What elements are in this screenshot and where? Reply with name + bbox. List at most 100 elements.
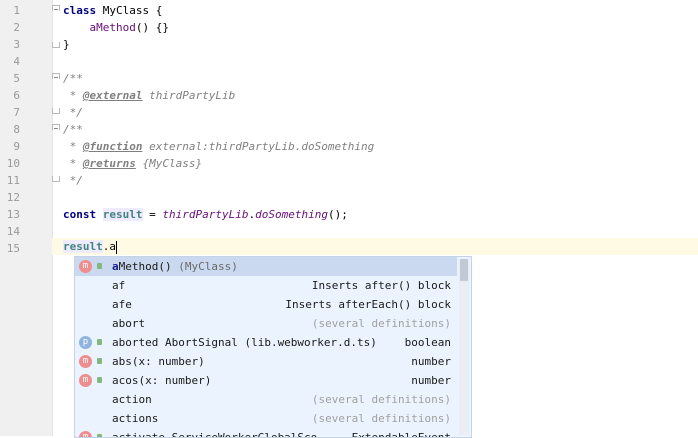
- method-icon: m: [79, 355, 92, 368]
- code-text: MyClass {: [96, 4, 163, 17]
- comment: */: [63, 174, 83, 187]
- line-number: 8: [13, 123, 20, 136]
- completion-item-detail: (several definitions): [311, 412, 451, 425]
- completion-item-detail: Inserts afterEach() block: [285, 298, 451, 311]
- code-line-13[interactable]: const result = thirdPartyLib.doSomething…: [63, 206, 348, 223]
- completion-item-name: aMethod() (MyClass): [112, 257, 238, 276]
- completion-item[interactable]: m activate ServiceWorkerGlobalSco... Exten…: [75, 428, 457, 438]
- jsdoc-tag: @external: [82, 89, 143, 102]
- code-line-3[interactable]: }: [63, 36, 70, 53]
- completion-item[interactable]: afe Inserts afterEach() block: [75, 295, 457, 314]
- completion-item-detail: boolean: [404, 336, 451, 349]
- completion-item-name: acos(x: number): [112, 374, 212, 387]
- code-line-11[interactable]: */: [63, 172, 83, 189]
- completion-item[interactable]: p aborted AbortSignal (lib.webworker.d.ts…: [75, 333, 457, 352]
- code-line-7[interactable]: */: [63, 104, 83, 121]
- jsdoc-tag: @returns: [82, 157, 136, 170]
- completion-item[interactable]: af Inserts after() block: [75, 276, 457, 295]
- variable-name: result: [102, 208, 143, 221]
- function-call: doSomething: [255, 208, 328, 221]
- comment: /**: [63, 72, 83, 85]
- line-number: 15: [6, 242, 20, 255]
- matched-prefix: a: [112, 260, 119, 273]
- fold-marker-icon[interactable]: [52, 176, 60, 182]
- completion-item-name: aborted AbortSignal (lib.webworker.d.ts): [112, 336, 377, 349]
- completion-item-name: activate ServiceWorkerGlobalSco...: [112, 431, 338, 438]
- comment: *: [63, 89, 83, 102]
- code-completion-popup[interactable]: m aMethod() (MyClass) af Inserts after() bl…: [74, 256, 472, 438]
- comment: {MyClass}: [135, 157, 203, 170]
- line-number: 12: [6, 191, 20, 204]
- fold-marker-icon[interactable]: [52, 73, 60, 79]
- visibility-icon: [97, 263, 102, 269]
- completion-item-detail: number: [411, 355, 451, 368]
- method-name: aMethod: [89, 21, 136, 34]
- completion-item-detail: (several definitions): [311, 393, 451, 406]
- line-number: 6: [13, 89, 20, 102]
- line-number: 14: [6, 225, 20, 238]
- completion-scrollbar[interactable]: [459, 259, 469, 435]
- completion-item-name: abort: [112, 317, 146, 330]
- line-number: 10: [6, 157, 20, 170]
- visibility-icon: [97, 339, 102, 345]
- code-line-8[interactable]: /**: [63, 121, 83, 138]
- keyword: class: [63, 4, 97, 17]
- comment: *: [63, 140, 83, 153]
- scrollbar-thumb[interactable]: [460, 259, 468, 281]
- code-line-15[interactable]: result.a: [63, 238, 117, 255]
- line-number: 11: [6, 174, 20, 187]
- line-number: 13: [6, 208, 20, 221]
- completion-item-label: Method(): [118, 260, 172, 273]
- completion-item[interactable]: m aMethod() (MyClass): [75, 257, 457, 276]
- completion-item-name: abs(x: number): [112, 355, 205, 368]
- method-icon: m: [79, 374, 92, 387]
- completion-item-detail: number: [411, 374, 451, 387]
- method-icon: m: [79, 431, 92, 437]
- code-line-6[interactable]: * @external thirdPartyLib: [63, 87, 236, 104]
- visibility-icon: [97, 434, 102, 437]
- completion-item[interactable]: m acos(x: number) number: [75, 371, 457, 390]
- keyword: const: [63, 208, 97, 221]
- code-text: ();: [327, 208, 348, 221]
- completion-item-name: af: [112, 279, 126, 292]
- completion-item[interactable]: action (several definitions): [75, 390, 457, 409]
- line-number: 1: [13, 4, 20, 17]
- typed-text: a: [109, 240, 116, 253]
- code-line-10[interactable]: * @returns {MyClass}: [63, 155, 202, 172]
- text-caret: [116, 240, 117, 254]
- code-line-9[interactable]: * @function external:thirdPartyLib.doSom…: [63, 138, 375, 155]
- comment: */: [63, 106, 83, 119]
- fold-marker-icon[interactable]: [52, 124, 60, 130]
- code-line-1[interactable]: class MyClass {: [63, 2, 162, 19]
- visibility-icon: [97, 377, 102, 383]
- code-line-2[interactable]: aMethod() {}: [63, 19, 169, 36]
- method-icon: m: [79, 260, 92, 273]
- code-line-5[interactable]: /**: [63, 70, 83, 87]
- completion-item-type: (MyClass): [178, 260, 238, 273]
- comment: external:thirdPartyLib.doSomething: [142, 140, 375, 153]
- completion-item-name: action: [112, 393, 152, 406]
- visibility-icon: [97, 358, 102, 364]
- line-number: 5: [13, 72, 20, 85]
- identifier: thirdPartyLib: [162, 208, 249, 221]
- code-text: =: [142, 208, 163, 221]
- jsdoc-tag: @function: [82, 140, 143, 153]
- comment: thirdPartyLib: [142, 89, 236, 102]
- line-number: 2: [13, 21, 20, 34]
- completion-item[interactable]: m abs(x: number) number: [75, 352, 457, 371]
- completion-item-detail: (several definitions): [311, 317, 451, 330]
- fold-marker-icon[interactable]: [52, 42, 60, 48]
- completion-item[interactable]: abort (several definitions): [75, 314, 457, 333]
- completion-item[interactable]: actions (several definitions): [75, 409, 457, 428]
- variable-name: result: [63, 240, 103, 253]
- completion-item-detail: ExtendableEvent: [351, 431, 451, 438]
- property-icon: p: [79, 336, 92, 349]
- fold-marker-icon[interactable]: [52, 108, 60, 114]
- line-number: 9: [13, 140, 20, 153]
- fold-marker-icon[interactable]: [52, 5, 60, 11]
- code-text: }: [63, 38, 70, 51]
- comment: /**: [63, 123, 83, 136]
- comment: *: [63, 157, 83, 170]
- completion-item-name: afe: [112, 298, 132, 311]
